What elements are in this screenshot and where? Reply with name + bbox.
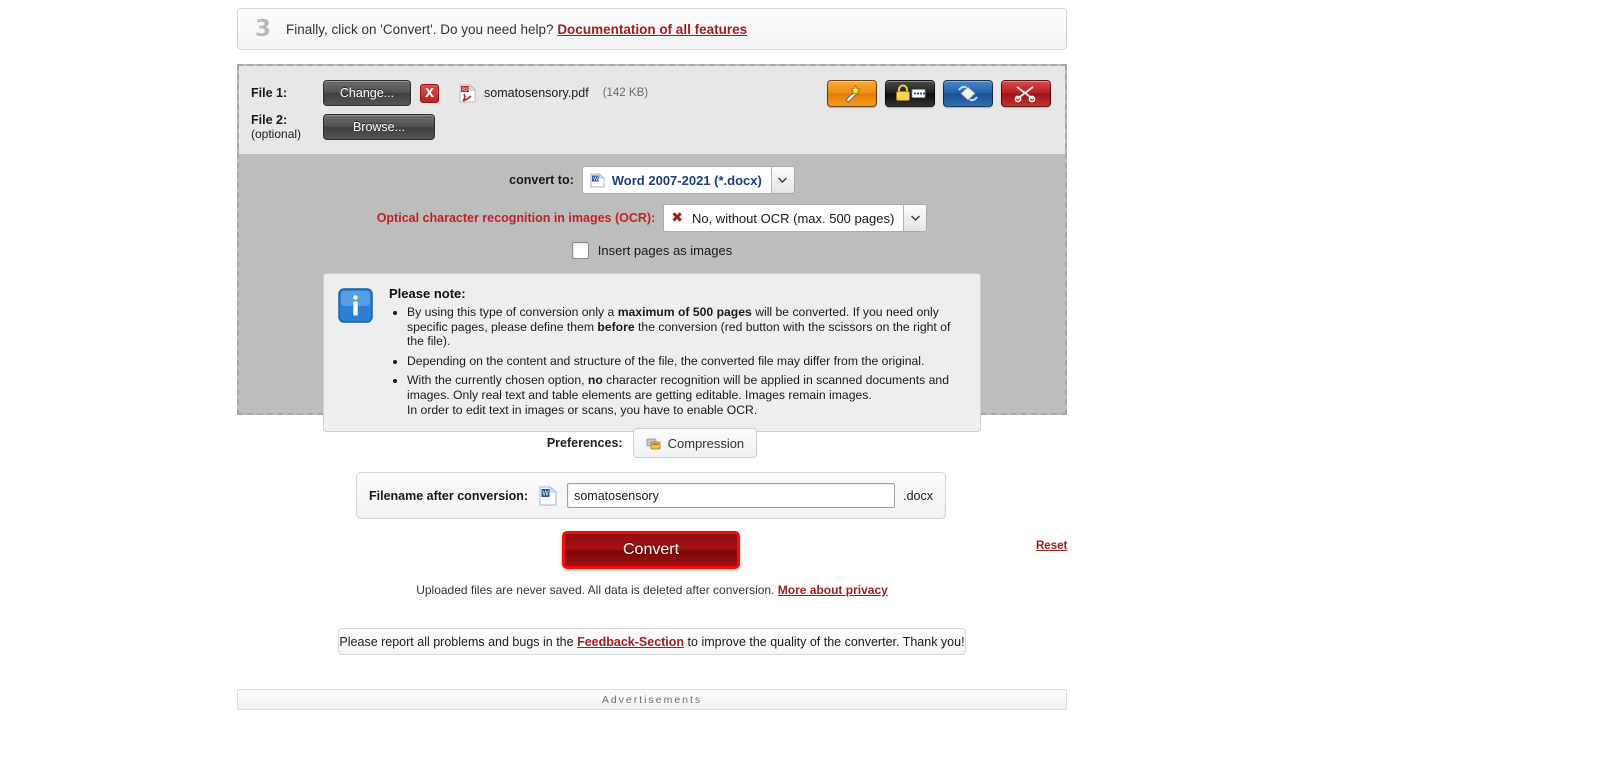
filename-box: Filename after conversion: W .docx (356, 472, 946, 519)
svg-text:PDF: PDF (462, 87, 470, 92)
documentation-link[interactable]: Documentation of all features (557, 22, 747, 37)
file-tool-buttons (827, 80, 1051, 107)
convert-to-label: convert to: (509, 173, 574, 187)
file2-optional-text: (optional) (251, 127, 302, 141)
compression-icon (646, 436, 661, 451)
filename-label: Filename after conversion: (369, 488, 529, 503)
preferences-row: Preferences: Compression (237, 428, 1067, 458)
file-info: PDF somatosensory.pdf (142 KB) (459, 83, 649, 103)
rotate-pages-tool-button[interactable] (943, 80, 993, 107)
scissors-split-icon (1014, 86, 1036, 103)
pdf-file-icon: PDF (459, 83, 477, 103)
feedback-section-link[interactable]: Feedback-Section (577, 635, 684, 649)
step-banner: 3 Finally, click on 'Convert'. Do you ne… (237, 8, 1067, 50)
compression-button[interactable]: Compression (632, 428, 758, 458)
info-icon (338, 288, 373, 323)
ocr-disabled-cross-icon: ✖ (671, 210, 683, 226)
browse-file-button[interactable]: Browse... (323, 114, 435, 140)
ocr-select[interactable]: ✖ No, without OCR (max. 500 pages) (663, 204, 928, 232)
step-instruction-label: Finally, click on 'Convert'. Do you need… (286, 21, 554, 37)
uploaded-file-size: (142 KB) (602, 87, 649, 99)
file2-label: File 2: (optional) (251, 113, 313, 141)
upload-options-panel: File 1: Change... X PDF somatosensory.pd… (237, 64, 1067, 433)
privacy-note: Uploaded files are never saved. All data… (237, 583, 1067, 597)
reset-link[interactable]: Reset (1036, 540, 1067, 552)
svg-text:W: W (593, 176, 598, 182)
note-item: Depending on the content and structure o… (407, 354, 966, 369)
split-pages-tool-button[interactable] (1001, 80, 1051, 107)
uploaded-file-name: somatosensory.pdf (484, 86, 589, 100)
conversion-options: convert to: W Word 2007-2021 (*.docx) Op… (239, 154, 1065, 433)
convert-to-select[interactable]: W Word 2007-2021 (*.docx) (581, 166, 795, 194)
convert-to-select-face[interactable]: W Word 2007-2021 (*.docx) (582, 167, 771, 193)
convert-to-value: Word 2007-2021 (*.docx) (611, 172, 762, 188)
feedback-text-before: Please report all problems and bugs in t… (339, 634, 574, 649)
svg-text:W: W (542, 489, 549, 497)
change-file-button[interactable]: Change... (323, 80, 411, 106)
convert-to-row: convert to: W Word 2007-2021 (*.docx) (239, 166, 1065, 194)
insert-pages-as-images-checkbox[interactable] (571, 242, 589, 259)
word-document-icon: W (590, 172, 605, 188)
ocr-chevron-down-icon[interactable] (903, 205, 927, 231)
step-number: 3 (254, 16, 271, 42)
ocr-value: No, without OCR (max. 500 pages) (691, 210, 895, 226)
ocr-label: Optical character recognition in images … (376, 211, 656, 225)
compression-button-label: Compression (667, 435, 745, 451)
please-note-box: Please note: By using this type of conve… (323, 273, 981, 433)
please-note-title: Please note: (389, 286, 466, 301)
remove-file-button[interactable]: X (420, 83, 439, 103)
file-area: File 1: Change... X PDF somatosensory.pd… (239, 66, 1065, 154)
page-root: 3 Finally, click on 'Convert'. Do you ne… (0, 0, 1600, 759)
note-item: By using this type of conversion only a … (407, 305, 966, 349)
rotate-pages-icon (958, 85, 978, 102)
convert-button[interactable]: Convert (562, 531, 740, 569)
more-about-privacy-link[interactable]: More about privacy (778, 583, 888, 597)
file2-label-text: File 2: (251, 113, 288, 127)
filename-input[interactable] (567, 483, 896, 508)
ocr-select-face[interactable]: ✖ No, without OCR (max. 500 pages) (664, 205, 904, 231)
preferences-label: Preferences: (546, 436, 623, 450)
insert-pages-as-images-label: Insert pages as images (597, 243, 733, 258)
advertisements-bar: Advertisements (237, 689, 1067, 710)
file1-label: File 1: (251, 86, 288, 100)
filename-extension: .docx (903, 488, 933, 503)
feedback-bar: Please report all problems and bugs in t… (338, 628, 966, 655)
lock-password-icon (896, 84, 926, 101)
please-note-list: By using this type of conversion only a … (389, 305, 966, 417)
magic-wand-icon (844, 84, 861, 103)
privacy-text: Uploaded files are never saved. All data… (416, 583, 775, 597)
ocr-row: Optical character recognition in images … (239, 204, 1065, 232)
magic-wand-tool-button[interactable] (827, 80, 877, 107)
password-protect-tool-button[interactable] (885, 80, 935, 107)
file-row-2: File 2: (optional) Browse... (251, 110, 1053, 144)
word-output-icon: W (539, 485, 558, 506)
insert-pages-row: Insert pages as images (239, 242, 1065, 259)
note-item: With the currently chosen option, no cha… (407, 373, 966, 417)
step-instruction-text: Finally, click on 'Convert'. Do you need… (286, 22, 747, 37)
feedback-text-after: to improve the quality of the converter.… (687, 634, 965, 649)
convert-to-chevron-down-icon[interactable] (770, 167, 794, 193)
